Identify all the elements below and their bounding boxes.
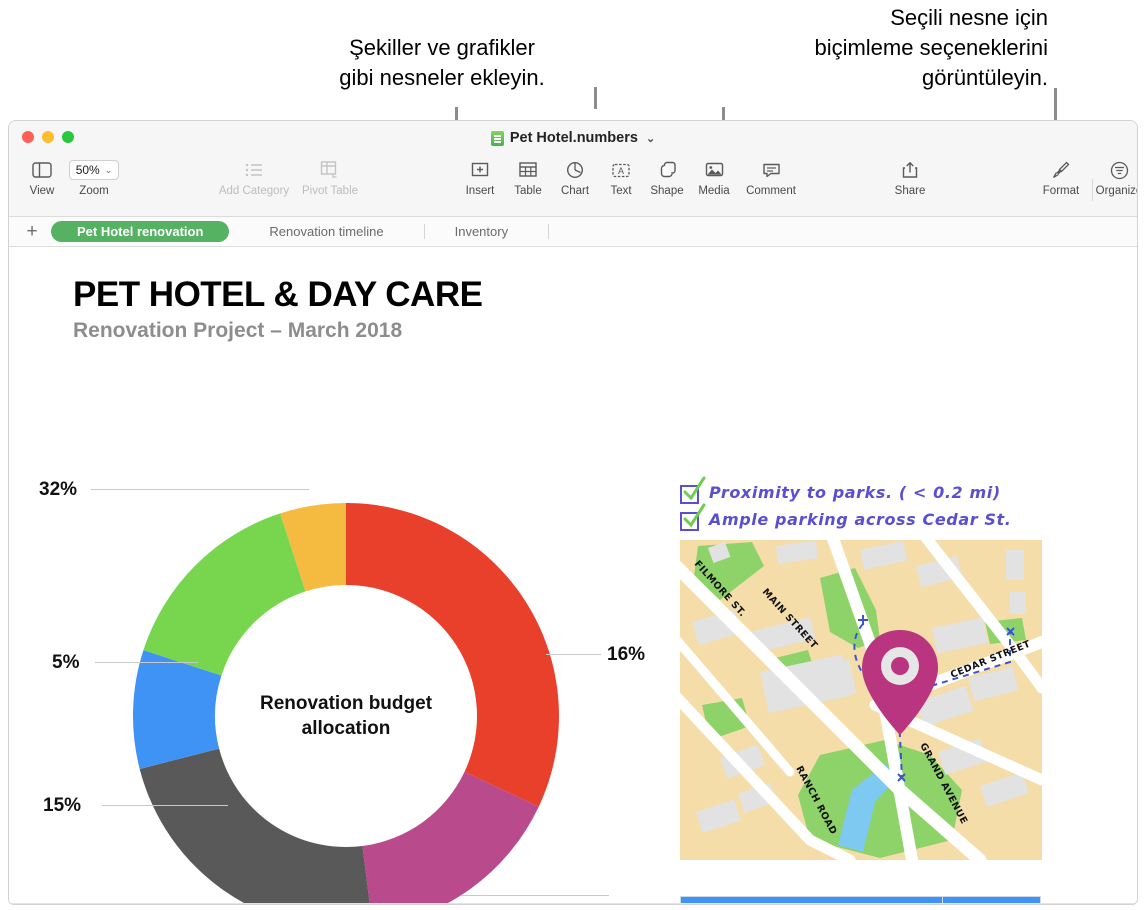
leader-line-labor [461, 895, 609, 896]
toolbar-share-button[interactable]: Share [877, 159, 943, 197]
sidebar-icon [32, 159, 52, 181]
donut-label-cabinetry: 32% [39, 479, 78, 500]
sheet-tab-divider [548, 224, 550, 239]
donut-center-line1: Renovation budget [259, 693, 433, 714]
budget-donut-chart[interactable]: Renovation budget allocation [121, 499, 571, 905]
chevron-down-icon[interactable]: ⌄ [105, 165, 113, 176]
map-svg: FILMORE ST. MAIN STREET CEDAR STREET GRA… [680, 540, 1042, 860]
checklist-label-proximity: Proximity to parks. ( < 0.2 mi) [709, 483, 1001, 502]
checkmark-icon [683, 476, 706, 501]
toolbar-shape-label: Shape [650, 185, 684, 197]
toolbar-pivot-table-button[interactable]: Pivot Table [290, 159, 370, 197]
sheet-tab-divider [423, 224, 425, 239]
callout-stem-insert [594, 87, 597, 109]
chevron-down-icon[interactable]: ⌄ [646, 132, 655, 145]
donut-segment[interactable] [346, 503, 559, 807]
toolbar-insert-label: Insert [465, 185, 495, 197]
checklist-label-parking: Ample parking across Cedar St. [709, 510, 1012, 529]
toolbar-format-label: Format [1042, 185, 1080, 197]
pivot-table-icon [320, 159, 340, 181]
toolbar-format-button[interactable]: Format [1028, 159, 1094, 197]
leader-line-plumbing [95, 662, 198, 663]
document-title-text: Pet Hotel.numbers [509, 130, 638, 146]
handwritten-checklist: Proximity to parks. ( < 0.2 mi) Ample pa… [680, 476, 1012, 537]
page-subtitle: Renovation Project – March 2018 [73, 319, 403, 342]
numbers-window: Pet Hotel.numbers ⌄ View 50% ⌄ Zoom Add … [8, 120, 1138, 905]
sheet-tab-inventory[interactable]: Inventory [439, 221, 524, 242]
toolbar-view-label: View [29, 185, 55, 197]
donut-label-fixtures: 16% [607, 644, 646, 665]
chart-icon [566, 159, 584, 181]
shape-icon [658, 159, 677, 181]
donut-center-label: Renovation budget allocation [221, 691, 471, 741]
donut-segment[interactable] [143, 513, 306, 676]
toolbar-table-label: Table [514, 185, 542, 197]
toolbar-comment-label: Comment [746, 185, 796, 197]
format-brush-icon [1051, 159, 1071, 181]
checkbox-icon[interactable] [680, 476, 706, 504]
leader-line-cabinetry [91, 489, 309, 490]
toolbar-organize-label: Organize [1095, 185, 1138, 197]
toolbar-share-label: Share [894, 185, 926, 197]
toolbar-comment-button[interactable]: Comment [731, 159, 811, 197]
comment-icon [762, 159, 781, 181]
checklist-item-parking[interactable]: Ample parking across Cedar St. [680, 503, 1012, 537]
main-toolbar: View 50% ⌄ Zoom Add Category Pivot Table… [9, 160, 1137, 217]
callout-insert-text: Şekiller ve grafikler gibi nesneler ekle… [339, 35, 545, 90]
toolbar-text-label: Text [610, 185, 632, 197]
document-title[interactable]: Pet Hotel.numbers ⌄ [9, 130, 1137, 146]
toolbar-add-category-button[interactable]: Add Category [214, 159, 294, 197]
toolbar-organize-button[interactable]: Organize [1086, 159, 1138, 197]
svg-text:A: A [618, 166, 624, 176]
donut-label-flooring: 15% [43, 795, 82, 816]
table-icon [519, 159, 537, 181]
checkbox-icon[interactable] [680, 503, 706, 531]
text-icon: A [611, 159, 631, 181]
numbers-app-icon [490, 130, 504, 146]
donut-label-plumbing: 5% [52, 652, 80, 673]
insert-icon [471, 159, 489, 181]
toolbar-add-category-label: Add Category [218, 185, 290, 197]
zoom-value: 50% [75, 163, 100, 177]
sheet-tab-renovation-timeline[interactable]: Renovation timeline [253, 221, 399, 242]
organize-icon [1110, 159, 1129, 181]
media-icon [705, 159, 724, 181]
location-map-image[interactable]: FILMORE ST. MAIN STREET CEDAR STREET GRA… [680, 540, 1042, 860]
donut-center-line2: allocation [301, 718, 391, 739]
toolbar-pivot-table-label: Pivot Table [301, 185, 359, 197]
toolbar-zoom-control[interactable]: 50% ⌄ Zoom [59, 159, 129, 197]
donut-segment[interactable] [139, 748, 373, 905]
toolbar-chart-label: Chart [560, 185, 590, 197]
spreadsheet-canvas[interactable]: PET HOTEL & DAY CARE Renovation Project … [9, 247, 1137, 904]
page-title: PET HOTEL & DAY CARE [73, 275, 483, 314]
toolbar-zoom-label: Zoom [79, 185, 109, 197]
leader-line-fixtures [546, 654, 601, 655]
sheet-tab-bar: + Pet Hotel renovation Renovation timeli… [9, 217, 1137, 247]
leader-line-flooring [102, 805, 228, 806]
add-sheet-button[interactable]: + [19, 222, 45, 241]
share-icon [902, 159, 918, 181]
canvas-bottom-divider [9, 903, 1137, 904]
checkmark-icon [683, 503, 706, 528]
callout-format-text: Seçili nesne için biçimleme seçeneklerin… [814, 5, 1048, 90]
zoom-select[interactable]: 50% ⌄ [68, 159, 120, 181]
toolbar-media-label: Media [698, 185, 730, 197]
sheet-tab-pet-hotel-renovation[interactable]: Pet Hotel renovation [51, 221, 230, 242]
checklist-item-proximity[interactable]: Proximity to parks. ( < 0.2 mi) [680, 476, 1011, 510]
list-icon [245, 159, 263, 181]
